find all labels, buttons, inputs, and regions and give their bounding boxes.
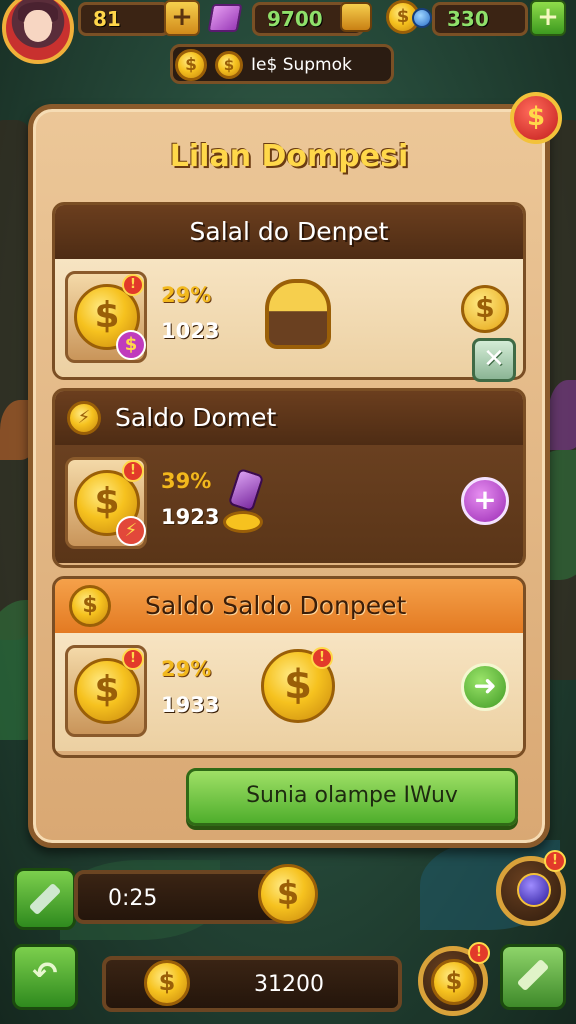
add-resource-1-button[interactable]: + xyxy=(164,0,200,36)
red-badge-icon: ! xyxy=(122,274,144,296)
close-panel-button[interactable]: $ xyxy=(510,92,562,144)
blue-gem-icon xyxy=(412,8,432,28)
back-arrow-icon: ↶ xyxy=(32,956,58,991)
red-badge-icon: ! xyxy=(122,648,144,670)
section-percent: 39% xyxy=(161,469,212,493)
back-button[interactable]: ↶ xyxy=(12,944,78,1010)
timer-bar: 0:25 xyxy=(74,870,288,924)
section-percent: 29% xyxy=(161,657,212,681)
subtitle-label: Ie$ Supmok xyxy=(251,55,352,75)
section-header: $ Saldo Saldo Donpeet xyxy=(55,579,523,633)
treasure-chest-icon xyxy=(265,279,331,349)
player-avatar[interactable] xyxy=(2,0,74,64)
timer-value: 0:25 xyxy=(108,886,158,911)
blue-orb-icon xyxy=(517,873,551,907)
resource-3-value: 330 xyxy=(447,7,489,31)
wallet-section-1: Salal do Denpet $ $ ! 29% 1023 $ xyxy=(52,202,526,380)
resource-counter-1: 81 xyxy=(78,2,170,36)
wallet-section-2: ⚡ Saldo Domet $ ⚡ ! 39% 1923 + xyxy=(52,388,526,568)
close-symbol: $ xyxy=(526,102,546,132)
section-title: Saldo Domet xyxy=(115,403,277,432)
wrench-tool-button[interactable] xyxy=(14,868,76,930)
section-value: 1923 xyxy=(161,505,220,529)
section-title: Saldo Saldo Donpeet xyxy=(145,591,407,620)
plus-label: + xyxy=(537,2,559,32)
resource-1-value: 81 xyxy=(93,7,121,31)
action-symbol: ➜ xyxy=(473,669,497,702)
notification-badge: ! xyxy=(468,942,490,964)
lightning-coin-icon: ⚡ xyxy=(67,401,101,435)
section-body: $ ⚡ ! 39% 1923 + xyxy=(55,445,523,563)
add-button[interactable]: + xyxy=(461,477,509,525)
dollar-coin-icon: $ xyxy=(69,585,111,627)
balance-value: 31200 xyxy=(254,972,324,997)
dismiss-button[interactable]: ✕ xyxy=(472,338,516,382)
gem-on-coins-icon xyxy=(223,467,265,535)
notification-badge: ! xyxy=(544,850,566,872)
edit-button[interactable] xyxy=(500,944,566,1010)
section-body: $ $ ! 29% 1023 $ xyxy=(55,259,523,377)
coin-card[interactable]: $ $ ! xyxy=(65,271,147,363)
coin-card[interactable]: $ ⚡ ! xyxy=(65,457,147,549)
section-header: Salal do Denpet xyxy=(55,205,523,259)
subtitle-pill: $ $ Ie$ Supmok xyxy=(170,44,394,84)
coin-card[interactable]: $ ! xyxy=(65,645,147,737)
add-resource-3-button[interactable]: + xyxy=(530,0,566,36)
red-badge-icon: ! xyxy=(122,460,144,482)
section-value: 1933 xyxy=(161,693,220,717)
section-percent: 29% xyxy=(161,283,212,307)
dollar-coin-icon: $ xyxy=(144,960,190,1006)
purple-gem-icon xyxy=(207,4,243,32)
section-title: Salal do Denpet xyxy=(189,217,389,246)
purple-badge-icon: $ xyxy=(116,330,146,360)
pencil-icon xyxy=(516,958,550,991)
confirm-button[interactable]: Sunia olampe IWuv xyxy=(186,768,518,826)
dollar-coin-icon[interactable]: $ xyxy=(258,864,318,924)
resource-2-value: 9700 xyxy=(267,7,323,31)
red-badge-icon: ! xyxy=(311,647,333,669)
next-arrow-button[interactable]: ➜ xyxy=(461,663,509,711)
coin-icon: $ xyxy=(215,51,243,79)
collect-coin-button[interactable]: $ xyxy=(461,285,509,333)
section-value: 1023 xyxy=(161,319,220,343)
action-symbol: $ xyxy=(475,291,495,324)
avatar-face xyxy=(24,10,52,42)
wallet-section-3: $ Saldo Saldo Donpeet $ ! 29% 1933 $ ! ➜ xyxy=(52,576,526,758)
plus-label: + xyxy=(171,2,193,32)
action-symbol: + xyxy=(473,483,497,516)
top-hud: 81 + 9700 $ 330 + xyxy=(0,0,576,64)
coin-icon: $ xyxy=(175,49,207,81)
section-header: ⚡ Saldo Domet xyxy=(55,391,523,445)
dollar-coin-icon: $ xyxy=(431,959,477,1005)
chest-icon[interactable] xyxy=(340,2,372,32)
lightning-badge-icon: ⚡ xyxy=(116,516,146,546)
dismiss-symbol: ✕ xyxy=(483,344,505,374)
wrench-icon xyxy=(28,882,62,915)
resource-counter-3: 330 xyxy=(432,2,528,36)
section-body: $ ! 29% 1933 $ ! ➜ xyxy=(55,633,523,751)
panel-title: Lilan Dompesi xyxy=(169,139,409,174)
